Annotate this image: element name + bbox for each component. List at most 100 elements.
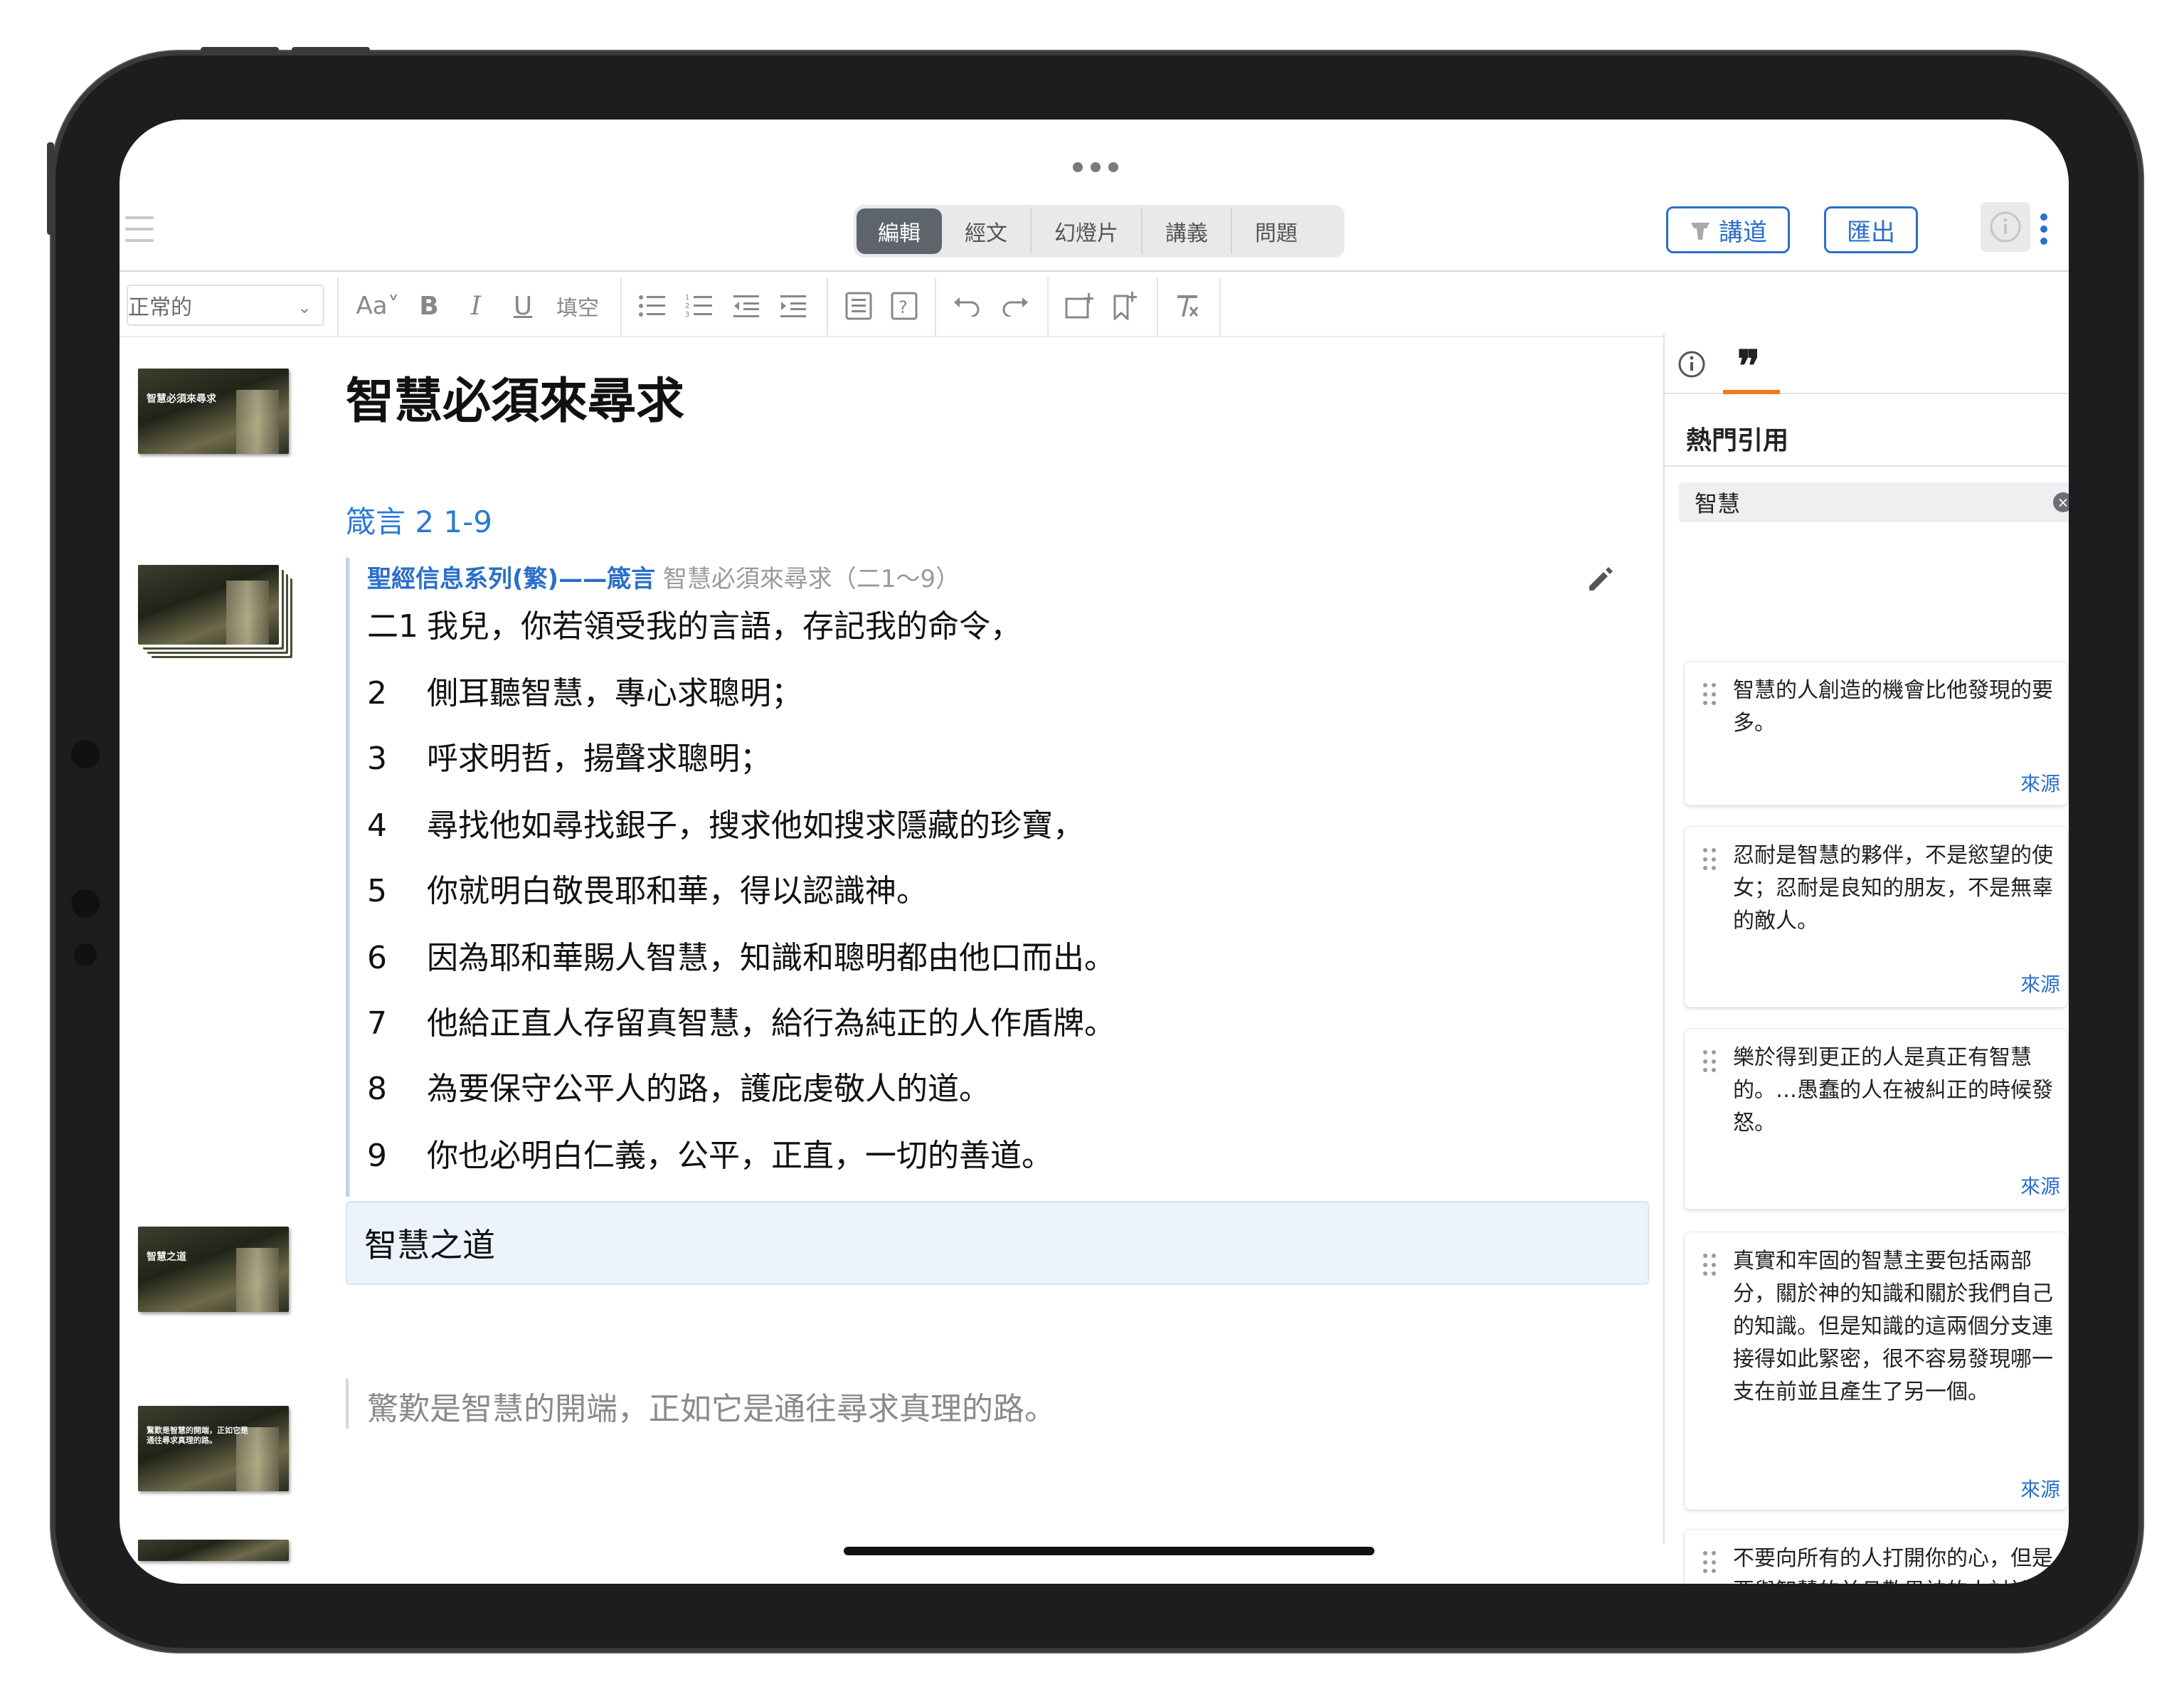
- note-block-icon[interactable]: [842, 289, 875, 323]
- quote-card[interactable]: 樂於得到更正的人是真正有智慧的。…愚蠢的人在被糾正的時候發怒。 來源: [1685, 1029, 2067, 1210]
- volume-button: [292, 47, 370, 54]
- drag-handle-icon[interactable]: [1703, 1254, 1716, 1278]
- paragraph-style-select[interactable]: 正常的 ⌄: [127, 285, 324, 326]
- preach-label: 講道: [1719, 218, 1767, 247]
- quote-card[interactable]: 不要向所有的人打開你的心，但是要與智慧的並且敬畏神的人討論你的事情。: [1685, 1530, 2067, 1584]
- quote-card-text: 不要向所有的人打開你的心，但是要與智慧的並且敬畏神的人討論你的事情。: [1733, 1546, 2053, 1584]
- tab-notes[interactable]: 講義: [1143, 208, 1232, 254]
- outdent-icon[interactable]: [728, 289, 764, 323]
- verse-text: 我兒，你若領受我的言語，存記我的命令，: [427, 608, 1022, 645]
- verse-text: 你就明白敬畏耶和華，得以認識神。: [427, 873, 928, 909]
- drag-handle-icon[interactable]: [1703, 683, 1716, 707]
- slide-thumbnail[interactable]: [138, 1540, 289, 1561]
- verse-line: 3 呼求明哲，揚聲求聰明；: [367, 733, 771, 778]
- multitask-handle[interactable]: [1073, 162, 1118, 176]
- export-button[interactable]: 匯出: [1824, 206, 1918, 253]
- bullet-list-icon[interactable]: [635, 289, 670, 323]
- drag-handle-icon[interactable]: [1703, 1551, 1716, 1575]
- question-block-icon[interactable]: ?: [888, 289, 921, 323]
- quote-bar: [346, 1379, 349, 1429]
- preach-button[interactable]: 講道: [1666, 206, 1790, 253]
- slide-thumbnail-text: 智慧必須來尋求: [147, 393, 216, 405]
- info-icon: [1990, 211, 2021, 243]
- verse-number: 2: [367, 675, 387, 711]
- quote-card-text: 樂於得到更正的人是真正有智慧的。…愚蠢的人在被糾正的時候發怒。: [1733, 1045, 2053, 1136]
- quote-card[interactable]: 真實和牢固的智慧主要包括兩部分，關於神的知識和關於我們自己的知識。但是知識的這兩…: [1685, 1232, 2067, 1510]
- tab-slides[interactable]: 幻燈片: [1032, 208, 1143, 254]
- header-divider: [120, 270, 2069, 272]
- verse-number: 3: [367, 741, 387, 777]
- formatting-toolbar: 正常的 ⌄ Aa˅ B I U 填空 123 ?: [120, 277, 2069, 336]
- quote-card[interactable]: 智慧的人創造的機會比他發現的要多。 來源: [1685, 662, 2067, 805]
- add-bookmark-icon[interactable]: [1108, 289, 1141, 323]
- quote-source-link[interactable]: 來源: [2020, 1171, 2060, 1200]
- sermon-title[interactable]: 智慧必須來尋求: [346, 361, 684, 432]
- bold-icon[interactable]: B: [414, 289, 444, 323]
- slide-thumbnail-text: 驚歎是智慧的開端，正如它是通往尋求真理的路。: [147, 1426, 248, 1445]
- drag-handle-icon[interactable]: [1703, 1050, 1716, 1074]
- tab-scripture[interactable]: 經文: [942, 208, 1032, 254]
- menu-icon[interactable]: [125, 216, 154, 242]
- quote-card[interactable]: 忍耐是智慧的夥伴，不是慾望的使女；忍耐是良知的朋友，不是無辜的敵人。 來源: [1685, 827, 2067, 1007]
- verse-line: 9 你也必明白仁義，公平，正直，一切的善道。: [367, 1130, 1053, 1175]
- clear-search-icon[interactable]: ×: [2053, 492, 2069, 512]
- quote-source-link[interactable]: 來源: [2020, 969, 2060, 997]
- add-slide-icon[interactable]: [1063, 289, 1096, 323]
- verse-line: 7 他給正直人存留真智慧，給行為純正的人作盾牌。: [367, 997, 1115, 1043]
- active-tab-indicator: [1723, 390, 1780, 394]
- info-tab-icon[interactable]: [1677, 350, 1706, 379]
- verse-number: 7: [367, 1005, 387, 1042]
- scripture-block-bar: [346, 558, 350, 1197]
- clear-formatting-icon[interactable]: [1171, 289, 1204, 323]
- verse-number: 5: [367, 873, 387, 909]
- quote-search-input[interactable]: 智慧 ×: [1679, 482, 2069, 522]
- source-link[interactable]: 聖經信息系列(繁)——箴言: [367, 565, 655, 593]
- toolbar-separator: [337, 277, 339, 336]
- quote-card-text: 真實和牢固的智慧主要包括兩部分，關於神的知識和關於我們自己的知識。但是知識的這兩…: [1733, 1249, 2053, 1404]
- svg-text:?: ?: [898, 297, 908, 317]
- verse-text: 因為耶和華賜人智慧，知識和聰明都由他口而出。: [427, 940, 1115, 976]
- tab-questions[interactable]: 問題: [1232, 208, 1320, 254]
- font-size-icon[interactable]: Aa˅: [353, 289, 403, 323]
- italic-icon[interactable]: I: [461, 289, 491, 323]
- verse-number: 8: [367, 1071, 387, 1107]
- verse-text: 側耳聽智慧，專心求聰明；: [427, 675, 802, 711]
- home-indicator[interactable]: [844, 1547, 1374, 1555]
- indent-icon[interactable]: [775, 289, 811, 323]
- scripture-reference-link[interactable]: 箴言 2 1-9: [346, 498, 492, 541]
- toolbar-separator: [935, 277, 936, 336]
- verse-line: 5 你就明白敬畏耶和華，得以認識神。: [367, 865, 928, 911]
- tab-edit[interactable]: 編輯: [857, 208, 942, 254]
- paragraph-style-value: 正常的: [128, 295, 192, 320]
- export-label: 匯出: [1847, 218, 1895, 247]
- redo-icon[interactable]: [999, 289, 1032, 323]
- info-button[interactable]: [1981, 202, 2030, 252]
- undo-icon[interactable]: [950, 289, 983, 323]
- podium-icon: [1691, 223, 1709, 240]
- numbered-list-icon[interactable]: 123: [682, 289, 717, 323]
- svg-text:1: 1: [685, 294, 689, 302]
- edit-pencil-icon[interactable]: [1585, 563, 1616, 595]
- panel-title: 熱門引用: [1686, 426, 1789, 455]
- slide-thumbnail[interactable]: 驚歎是智慧的開端，正如它是通往尋求真理的路。: [138, 1406, 289, 1491]
- power-button: [47, 142, 54, 235]
- quote-paragraph[interactable]: 驚歎是智慧的開端，正如它是通往尋求真理的路。: [367, 1383, 1056, 1429]
- section-heading[interactable]: 智慧之道: [346, 1201, 1649, 1285]
- verse-text: 你也必明白仁義，公平，正直，一切的善道。: [427, 1138, 1053, 1174]
- slide-thumbnail[interactable]: 智慧之道: [138, 1227, 289, 1312]
- slide-thumbnail[interactable]: 智慧必須來尋求: [138, 369, 289, 454]
- more-options-icon[interactable]: [2040, 213, 2049, 245]
- underline-icon[interactable]: U: [508, 289, 538, 323]
- quote-tab-icon[interactable]: ❞: [1720, 342, 1777, 391]
- slide-thumbnail[interactable]: [138, 565, 279, 645]
- quote-source-link[interactable]: 來源: [2020, 768, 2060, 797]
- toolbar-separator: [1219, 277, 1221, 336]
- quote-card-text: 智慧的人創造的機會比他發現的要多。: [1733, 678, 2053, 736]
- drag-handle-icon[interactable]: [1703, 848, 1716, 872]
- quote-source-link[interactable]: 來源: [2020, 1474, 2060, 1503]
- fill-blank-button[interactable]: 填空: [552, 289, 603, 323]
- quote-card-text: 忍耐是智慧的夥伴，不是慾望的使女；忍耐是良知的朋友，不是無辜的敵人。: [1733, 843, 2053, 933]
- camera-dot: [71, 889, 100, 918]
- verse-text: 他給正直人存留真智慧，給行為純正的人作盾牌。: [427, 1005, 1115, 1042]
- chevron-down-icon: ⌄: [297, 297, 312, 317]
